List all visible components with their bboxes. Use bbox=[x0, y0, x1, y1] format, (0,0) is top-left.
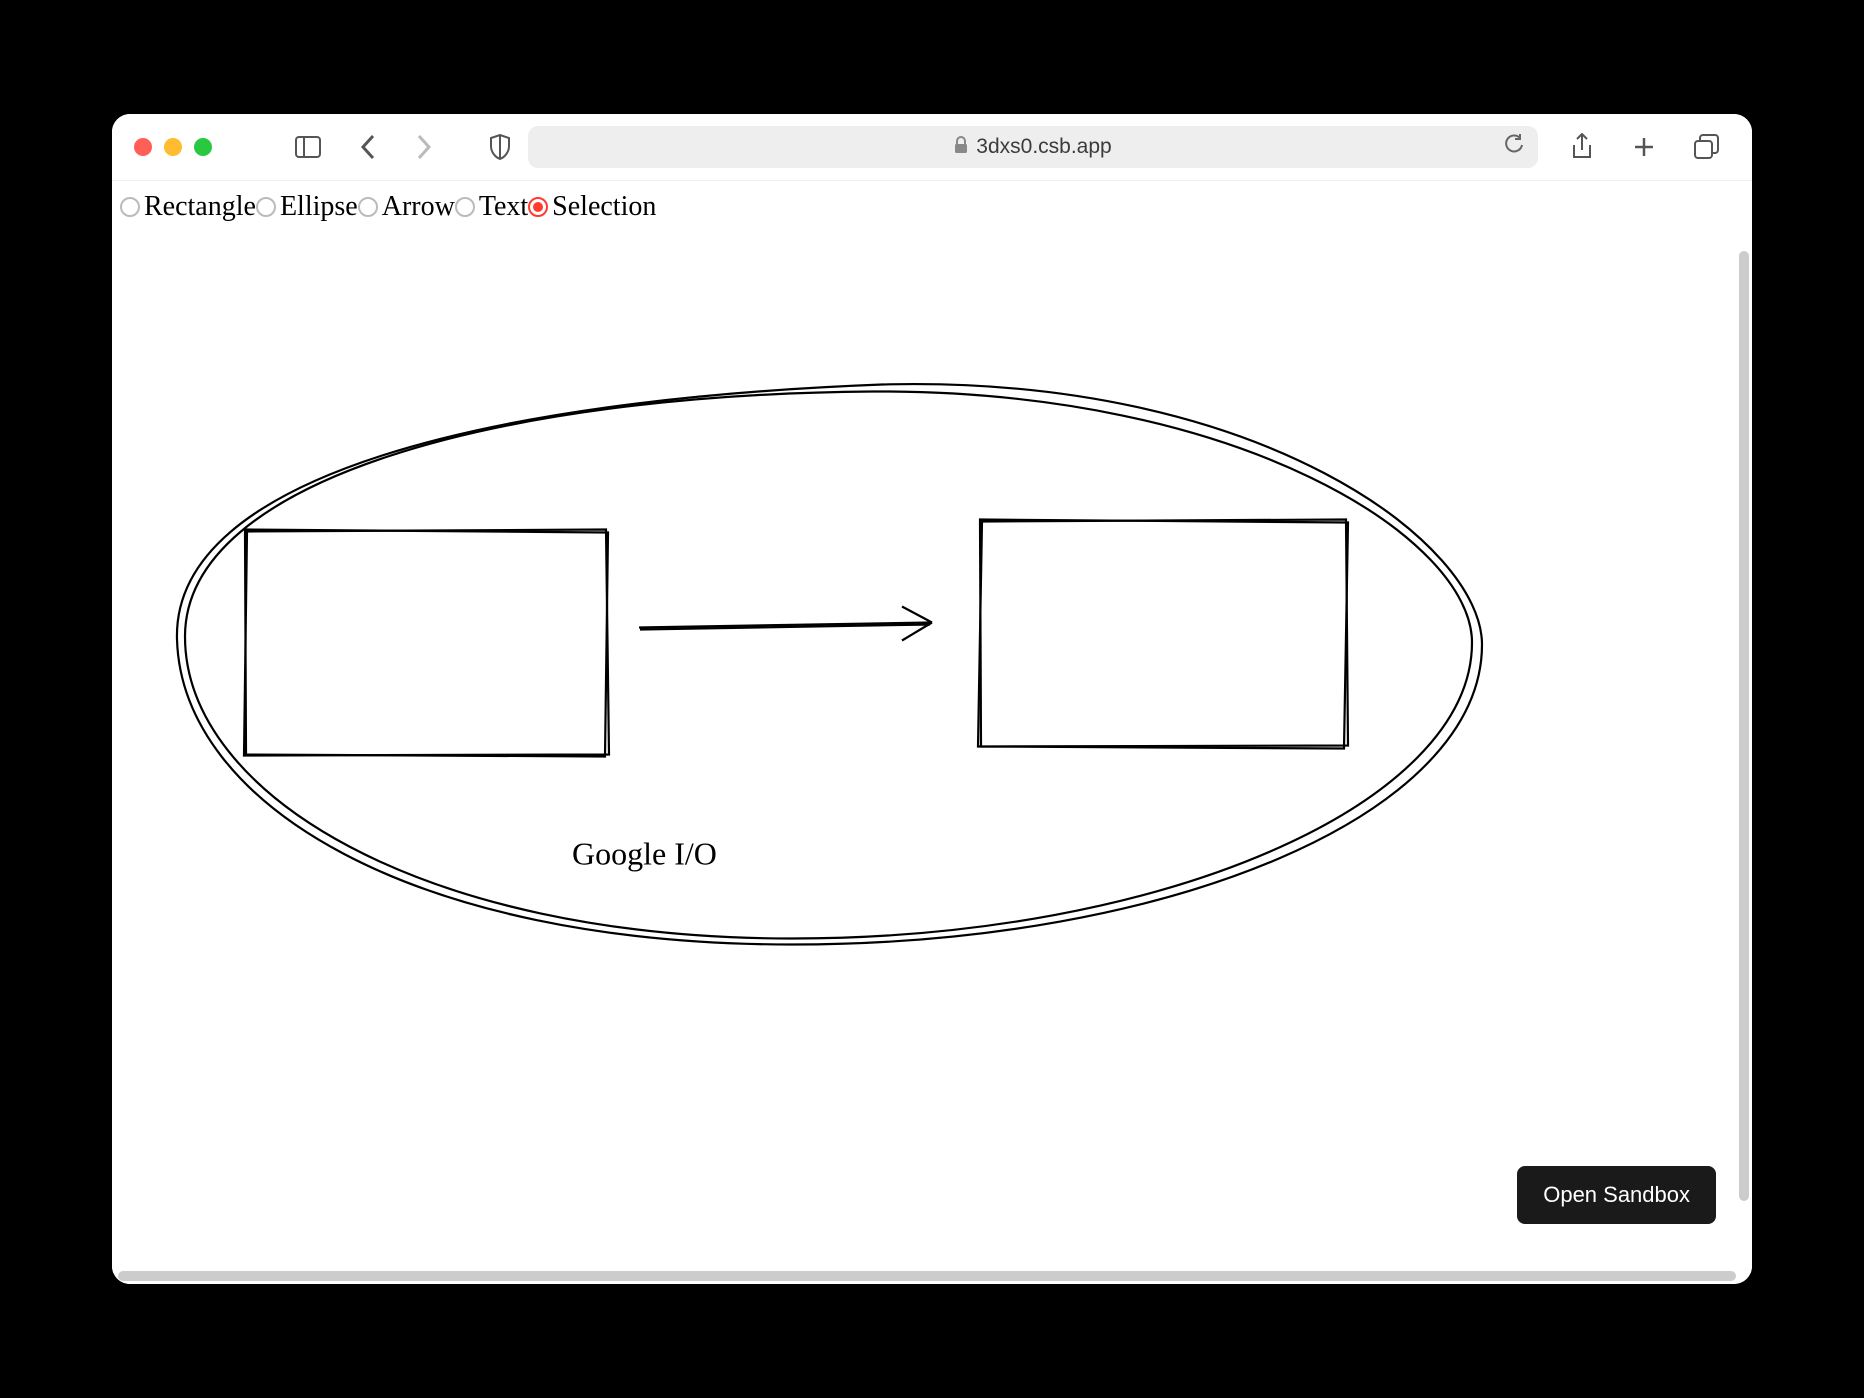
tool-label: Ellipse bbox=[280, 191, 358, 223]
tool-label: Text bbox=[479, 191, 528, 223]
tool-label: Rectangle bbox=[144, 191, 256, 223]
tabs-overview-icon[interactable] bbox=[1688, 129, 1724, 165]
minimize-window-button[interactable] bbox=[164, 138, 182, 156]
forward-button[interactable] bbox=[406, 129, 442, 165]
titlebar: 3dxs0.csb.app bbox=[112, 114, 1752, 181]
arrow-shape[interactable] bbox=[639, 607, 932, 641]
tool-label: Arrow bbox=[382, 191, 455, 223]
canvas-text-label[interactable]: Google I/O bbox=[572, 836, 717, 872]
close-window-button[interactable] bbox=[134, 138, 152, 156]
tool-text[interactable]: Text bbox=[455, 191, 528, 223]
traffic-lights bbox=[134, 138, 212, 156]
reload-icon[interactable] bbox=[1504, 134, 1524, 161]
drawing-canvas[interactable]: Google I/O bbox=[112, 233, 1752, 1276]
radio-ellipse[interactable] bbox=[256, 197, 276, 217]
canvas-svg[interactable]: Google I/O bbox=[112, 233, 1752, 1276]
tool-arrow[interactable]: Arrow bbox=[358, 191, 455, 223]
radio-text[interactable] bbox=[455, 197, 475, 217]
rectangle-shape-left[interactable] bbox=[244, 530, 609, 757]
sidebar-icon[interactable] bbox=[290, 129, 326, 165]
back-button[interactable] bbox=[350, 129, 386, 165]
open-sandbox-button[interactable]: Open Sandbox bbox=[1517, 1166, 1716, 1224]
tool-rectangle[interactable]: Rectangle bbox=[120, 191, 256, 223]
scrollbar-horizontal[interactable] bbox=[118, 1271, 1736, 1281]
scrollbar-vertical[interactable] bbox=[1739, 251, 1749, 1201]
new-tab-icon[interactable] bbox=[1626, 129, 1662, 165]
drawing-toolbar: Rectangle Ellipse Arrow Text Selection bbox=[112, 181, 1752, 233]
address-bar[interactable]: 3dxs0.csb.app bbox=[528, 126, 1538, 168]
maximize-window-button[interactable] bbox=[194, 138, 212, 156]
shield-icon[interactable] bbox=[482, 129, 518, 165]
share-icon[interactable] bbox=[1564, 129, 1600, 165]
tool-selection[interactable]: Selection bbox=[528, 191, 656, 223]
browser-window: 3dxs0.csb.app Rectangle bbox=[112, 114, 1752, 1284]
tool-ellipse[interactable]: Ellipse bbox=[256, 191, 358, 223]
radio-rectangle[interactable] bbox=[120, 197, 140, 217]
content-area: Rectangle Ellipse Arrow Text Selection bbox=[112, 181, 1752, 1284]
rectangle-shape-right[interactable] bbox=[978, 520, 1348, 749]
tool-label: Selection bbox=[552, 191, 656, 223]
radio-selection[interactable] bbox=[528, 197, 548, 217]
radio-arrow[interactable] bbox=[358, 197, 378, 217]
url-text: 3dxs0.csb.app bbox=[976, 135, 1111, 159]
ellipse-shape[interactable] bbox=[177, 384, 1482, 944]
lock-icon bbox=[954, 136, 968, 159]
